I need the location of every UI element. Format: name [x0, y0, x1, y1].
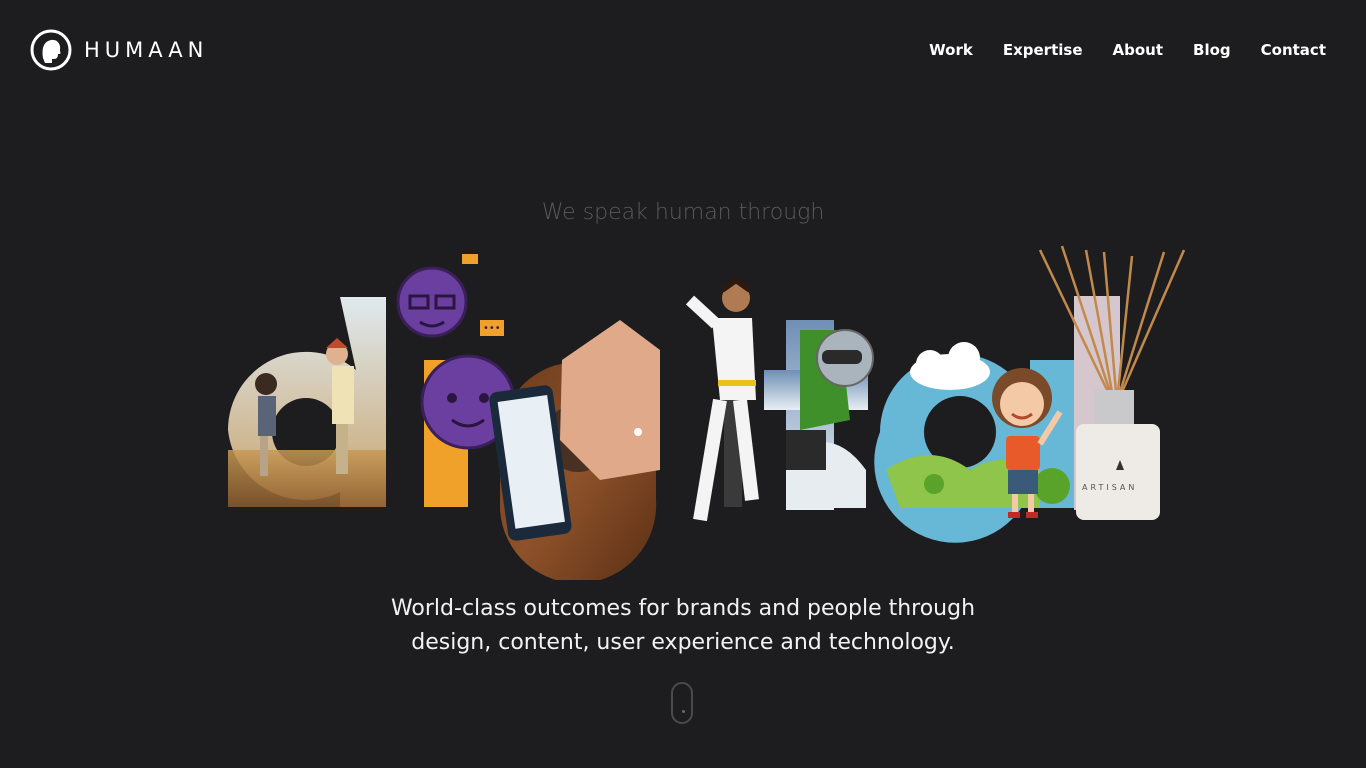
subline-line-1: World-class outcomes for brands and peop… — [390, 596, 976, 621]
nav-blog[interactable]: Blog — [1193, 41, 1231, 59]
main-nav: Work Expertise About Blog Contact — [929, 41, 1326, 59]
letter-a — [874, 342, 1074, 543]
hero-subline: World-class outcomes for brands and peop… — [0, 592, 1366, 660]
subline-line-2: design, content, user experience and tec… — [411, 630, 955, 655]
letter-i: ••• — [396, 254, 516, 507]
svg-text:•••: ••• — [483, 323, 501, 334]
brand-logo[interactable]: HUMAAN — [30, 29, 208, 71]
letter-g — [489, 320, 660, 580]
nav-about[interactable]: About — [1113, 41, 1164, 59]
mouse-scroll-icon[interactable] — [671, 682, 693, 724]
head-silhouette-icon — [30, 29, 72, 71]
scroll-dot — [682, 710, 685, 713]
hero-tagline: We speak human through — [541, 200, 825, 225]
brand-name: HUMAAN — [84, 38, 209, 62]
hero-digital-illustration: ••• ARTISAN — [227, 245, 1186, 580]
product-label: ARTISAN — [1082, 483, 1137, 492]
letter-i-karate — [685, 276, 759, 522]
nav-contact[interactable]: Contact — [1261, 41, 1326, 59]
letter-t — [764, 320, 874, 510]
nav-work[interactable]: Work — [929, 41, 973, 59]
letter-d — [227, 297, 386, 507]
nav-expertise[interactable]: Expertise — [1003, 41, 1083, 59]
